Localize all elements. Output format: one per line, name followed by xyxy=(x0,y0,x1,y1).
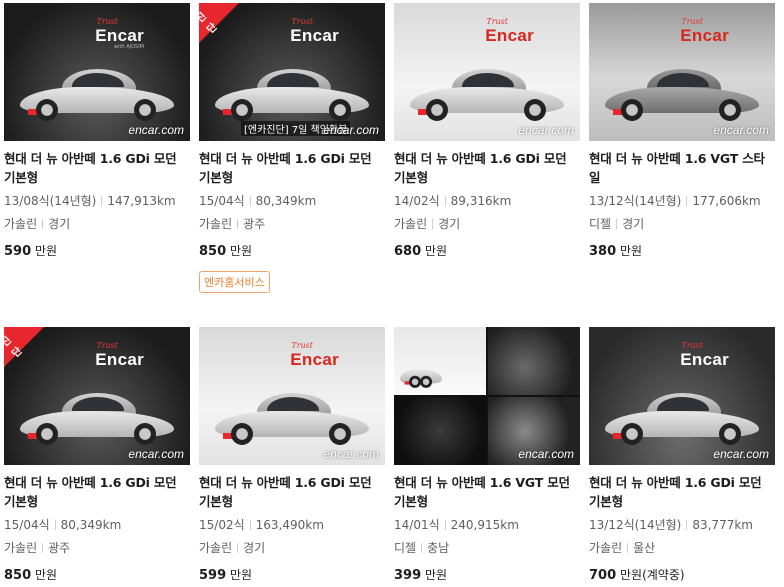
car-image xyxy=(16,389,178,447)
encar-logo: Trust Encar with AJOSIM xyxy=(95,17,144,50)
photo-front xyxy=(394,327,486,395)
car-image xyxy=(601,65,763,123)
listing-card[interactable]: encar.com 현대 더 뉴 아반떼 1.6 VGT 모던 기본형 14/0… xyxy=(394,327,580,583)
listing-location: 가솔린 광주 xyxy=(4,541,71,555)
car-image xyxy=(16,65,178,123)
listing-specs: 13/12식(14년형) 177,606km xyxy=(589,194,761,208)
listing-card[interactable]: Trust Encar encar.com 현대 더 뉴 아반떼 1.6 VGT … xyxy=(589,3,775,259)
car-photo[interactable]: Trust Encar with AJOSIM encar.com xyxy=(4,3,190,141)
car-photo[interactable]: Trust Encar 진단 [엔카진단] 7일 책임환불 encar.com xyxy=(199,3,385,141)
encar-logo: Trust Encar xyxy=(680,17,729,45)
listing-specs: 15/02식 163,490km xyxy=(199,518,324,532)
watermark: encar.com xyxy=(518,447,574,461)
photo-interior xyxy=(488,327,580,395)
listing-specs: 13/12식(14년형) 83,777km xyxy=(589,518,753,532)
listing-specs: 14/02식 89,316km xyxy=(394,194,512,208)
listing-card[interactable]: Trust Encar encar.com 현대 더 뉴 아반떼 1.6 GDi … xyxy=(589,327,775,583)
listing-specs: 14/01식 240,915km xyxy=(394,518,519,532)
photo-dashboard xyxy=(394,397,486,465)
listing-location: 디젤 경기 xyxy=(589,217,645,231)
encar-logo: Trust Encar xyxy=(290,17,339,45)
listing-specs: 15/04식 80,349km xyxy=(199,194,317,208)
listing-title[interactable]: 현대 더 뉴 아반떼 1.6 GDi 모던 기본형 xyxy=(199,473,385,511)
listing-price: 590 만원 xyxy=(4,244,58,259)
listing-specs: 15/04식 80,349km xyxy=(4,518,122,532)
car-photo[interactable]: Trust Encar encar.com xyxy=(394,3,580,141)
listing-title[interactable]: 현대 더 뉴 아반떼 1.6 GDi 모던 기본형 xyxy=(394,149,580,187)
car-image xyxy=(601,389,763,447)
car-image xyxy=(406,65,568,123)
listing-location: 디젤 충남 xyxy=(394,541,450,555)
car-photo[interactable]: Trust Encar 진단 encar.com xyxy=(4,327,190,465)
listing-card[interactable]: Trust Encar encar.com 현대 더 뉴 아반떼 1.6 GDi … xyxy=(199,327,385,583)
watermark: encar.com xyxy=(713,447,769,461)
encar-logo: Trust Encar xyxy=(680,341,729,369)
car-photo[interactable]: Trust Encar encar.com xyxy=(589,3,775,141)
car-image xyxy=(211,65,373,123)
listing-specs: 13/08식(14년형) 147,913km xyxy=(4,194,176,208)
home-service-badge[interactable]: 엔카홈서비스 xyxy=(199,271,270,293)
car-photo[interactable]: Trust Encar encar.com xyxy=(199,327,385,465)
encar-logo: Trust Encar xyxy=(95,341,144,369)
contract-status: (계약중) xyxy=(642,568,685,582)
car-photo[interactable]: encar.com xyxy=(394,327,580,465)
listing-price: 850 만원 xyxy=(4,568,58,583)
listing-price: 599 만원 xyxy=(199,568,253,583)
listing-price: 680 만원 xyxy=(394,244,448,259)
listing-card[interactable]: Trust Encar 진단 encar.com 현대 더 뉴 아반떼 1.6 G… xyxy=(4,327,190,583)
listing-title[interactable]: 현대 더 뉴 아반떼 1.6 GDi 모던 기본형 xyxy=(4,473,190,511)
listing-price: 380 만원 xyxy=(589,244,643,259)
listing-location: 가솔린 울산 xyxy=(589,541,656,555)
watermark: encar.com xyxy=(323,447,379,461)
watermark: encar.com xyxy=(323,123,379,137)
watermark: encar.com xyxy=(128,447,184,461)
watermark: encar.com xyxy=(713,123,769,137)
encar-logo: Trust Encar xyxy=(290,341,339,369)
listing-price: 700 만원(계약중) xyxy=(589,568,685,583)
diagnosis-ribbon: 진단 xyxy=(199,3,239,43)
listing-title[interactable]: 현대 더 뉴 아반떼 1.6 GDi 모던 기본형 xyxy=(199,149,385,187)
car-image xyxy=(211,389,373,447)
listing-price: 850 만원 xyxy=(199,244,253,259)
listing-location: 가솔린 광주 xyxy=(199,217,266,231)
car-photo[interactable]: Trust Encar encar.com xyxy=(589,327,775,465)
diagnosis-ribbon: 진단 xyxy=(4,327,44,367)
listing-title[interactable]: 현대 더 뉴 아반떼 1.6 GDi 모던 기본형 xyxy=(4,149,190,187)
listing-title[interactable]: 현대 더 뉴 아반떼 1.6 VGT 모던 기본형 xyxy=(394,473,580,511)
watermark: encar.com xyxy=(128,123,184,137)
listing-card[interactable]: Trust Encar 진단 [엔카진단] 7일 책임환불 encar.com 현… xyxy=(199,3,385,293)
watermark: encar.com xyxy=(518,123,574,137)
listing-price: 399 만원 xyxy=(394,568,448,583)
encar-logo: Trust Encar xyxy=(485,17,534,45)
listing-title[interactable]: 현대 더 뉴 아반떼 1.6 GDi 모던 기본형 xyxy=(589,473,775,511)
listing-card[interactable]: Trust Encar with AJOSIM encar.com 현대 더 뉴 아… xyxy=(4,3,190,259)
listing-location: 가솔린 경기 xyxy=(394,217,461,231)
listing-title[interactable]: 현대 더 뉴 아반떼 1.6 VGT 스타일 xyxy=(589,149,775,187)
listing-card[interactable]: Trust Encar encar.com 현대 더 뉴 아반떼 1.6 GDi … xyxy=(394,3,580,259)
listing-location: 가솔린 경기 xyxy=(199,541,266,555)
listing-location: 가솔린 경기 xyxy=(4,217,71,231)
